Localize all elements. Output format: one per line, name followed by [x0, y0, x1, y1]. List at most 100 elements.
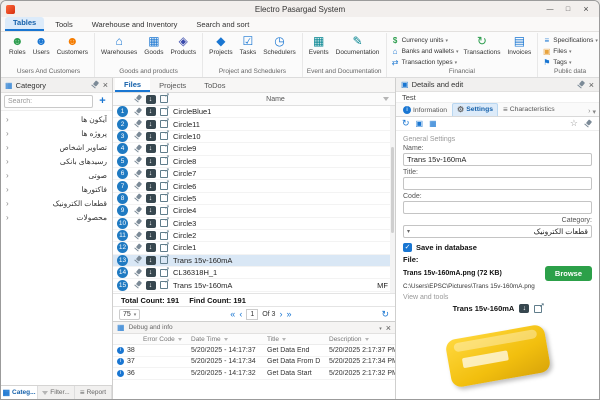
filter-icon[interactable]	[282, 338, 286, 341]
tree-item[interactable]: پروژه ها	[1, 126, 112, 140]
pin-icon[interactable]	[133, 243, 143, 253]
debug-row[interactable]: 37 5/20/2025 - 14:17:34 Get Data From D …	[113, 357, 395, 369]
pin-icon[interactable]	[583, 119, 593, 129]
open-icon[interactable]	[160, 207, 168, 215]
table-row[interactable]: 15Trans 15v-160mAMF	[113, 279, 395, 291]
tree-item[interactable]: رسیدهای بانکی	[1, 154, 112, 168]
chevron-down-icon[interactable]	[379, 323, 382, 332]
ribbon-item-customers[interactable]: Customers	[55, 34, 90, 56]
import-column-icon[interactable]	[146, 95, 156, 104]
open-external-icon[interactable]	[534, 305, 542, 313]
open-icon[interactable]	[160, 157, 168, 165]
ribbon-item-products[interactable]: Products	[168, 34, 198, 56]
refresh-icon[interactable]	[381, 309, 389, 320]
import-icon[interactable]	[146, 120, 156, 129]
pin-icon[interactable]	[576, 80, 586, 90]
pin-icon[interactable]	[133, 193, 143, 203]
name-field[interactable]	[403, 153, 592, 166]
open-icon[interactable]	[160, 244, 168, 252]
open-icon[interactable]	[160, 182, 168, 190]
import-icon[interactable]	[146, 182, 156, 191]
debug-row[interactable]: 38 5/20/2025 - 14:17:37 Get Data End 5/2…	[113, 345, 395, 357]
code-field[interactable]	[403, 201, 592, 214]
next-page-button[interactable]	[279, 309, 282, 320]
pin-icon[interactable]	[133, 144, 143, 154]
table-row[interactable]: 7Circle6	[113, 180, 395, 192]
ribbon-item-schedulers[interactable]: Schedulers	[261, 34, 298, 56]
import-icon[interactable]	[146, 169, 156, 178]
ribbon-item-tasks[interactable]: Tasks	[238, 34, 259, 56]
pin-icon[interactable]	[133, 255, 143, 265]
checkbox-checked-icon[interactable]	[403, 243, 412, 252]
scrollbar-thumb[interactable]	[391, 147, 394, 233]
close-button[interactable]	[578, 3, 594, 15]
filter-icon[interactable]	[224, 338, 228, 341]
table-row-selected[interactable]: 13Trans 15v-160mA	[113, 255, 395, 267]
open-icon[interactable]	[160, 170, 168, 178]
ribbon-item-users[interactable]: Users	[31, 34, 52, 56]
open-icon[interactable]	[160, 194, 168, 202]
tab-files[interactable]: Files	[115, 78, 150, 92]
import-icon[interactable]	[146, 243, 156, 252]
table-row[interactable]: 14CL36318H_1	[113, 267, 395, 279]
pin-icon[interactable]	[133, 231, 143, 241]
open-icon[interactable]	[160, 120, 168, 128]
debug-row[interactable]: 36 5/20/2025 - 14:17:32 Get Data Start 5…	[113, 368, 395, 380]
table-row[interactable]: 9Circle4	[113, 205, 395, 217]
import-icon[interactable]	[146, 219, 156, 228]
tab-search-sort[interactable]: Search and sort	[188, 19, 257, 31]
close-panel-icon[interactable]	[103, 80, 108, 90]
minimize-button[interactable]	[542, 3, 558, 15]
ribbon-item-roles[interactable]: Roles	[7, 34, 28, 56]
ribbon-item-transaction-types[interactable]: Transaction types	[391, 58, 459, 67]
page-size-select[interactable]: 75	[119, 309, 140, 320]
pin-icon[interactable]	[133, 181, 143, 191]
image-icon[interactable]	[416, 119, 424, 128]
ribbon-item-projects[interactable]: Projects	[207, 34, 234, 56]
tab-tools[interactable]: Tools	[47, 19, 81, 31]
tab-projects[interactable]: Projects	[150, 78, 195, 92]
last-page-button[interactable]	[286, 309, 291, 320]
pin-icon[interactable]	[133, 206, 143, 216]
tab-warehouse-inventory[interactable]: Warehouse and Inventory	[84, 19, 186, 31]
filter-icon[interactable]	[383, 97, 389, 101]
open-icon[interactable]	[160, 219, 168, 227]
star-icon[interactable]	[570, 118, 578, 129]
import-icon[interactable]	[146, 132, 156, 141]
open-icon[interactable]	[160, 281, 168, 289]
open-icon[interactable]	[160, 145, 168, 153]
save-in-database-row[interactable]: Save in database	[403, 243, 592, 252]
browse-button[interactable]: Browse	[545, 266, 592, 281]
col-date-time[interactable]: Date Time	[191, 336, 267, 343]
pin-icon[interactable]	[90, 80, 100, 90]
import-icon[interactable]	[146, 194, 156, 203]
ribbon-item-warehouses[interactable]: Warehouses	[99, 34, 139, 56]
open-column-icon[interactable]	[160, 95, 168, 103]
open-icon[interactable]	[160, 269, 168, 277]
tree-item[interactable]: قطعات الکترونیک	[1, 196, 112, 210]
download-icon[interactable]	[519, 304, 529, 313]
ribbon-item-invoices[interactable]: Invoices	[505, 34, 533, 56]
close-debug-icon[interactable]	[386, 323, 391, 333]
tree-item[interactable]: آیکون ها	[1, 112, 112, 126]
vertical-scrollbar[interactable]	[390, 106, 395, 293]
refresh-icon[interactable]	[402, 118, 410, 129]
tab-settings[interactable]: Settings	[452, 103, 498, 116]
col-description[interactable]: Description	[329, 336, 395, 343]
tab-information[interactable]: Information	[399, 105, 451, 116]
ribbon-item-specifications[interactable]: Specifications	[542, 36, 598, 45]
tab-categories[interactable]: Categ...	[1, 386, 38, 399]
import-icon[interactable]	[146, 231, 156, 240]
search-input[interactable]	[4, 95, 93, 108]
table-row[interactable]: 5Circle8	[113, 156, 395, 168]
pin-icon[interactable]	[133, 119, 143, 129]
table-row[interactable]: 8Circle5	[113, 193, 395, 205]
col-title[interactable]: Title	[267, 336, 329, 343]
ribbon-item-banks-wallets[interactable]: Banks and wallets	[391, 47, 459, 56]
tree-item[interactable]: محصولات	[1, 210, 112, 224]
tab-tables[interactable]: Tables	[5, 17, 44, 31]
title-field[interactable]	[403, 177, 592, 190]
category-select[interactable]: قطعات الکترونیک	[403, 225, 592, 238]
pin-icon[interactable]	[133, 268, 143, 278]
ribbon-item-currency-units[interactable]: Currency units	[391, 36, 459, 45]
